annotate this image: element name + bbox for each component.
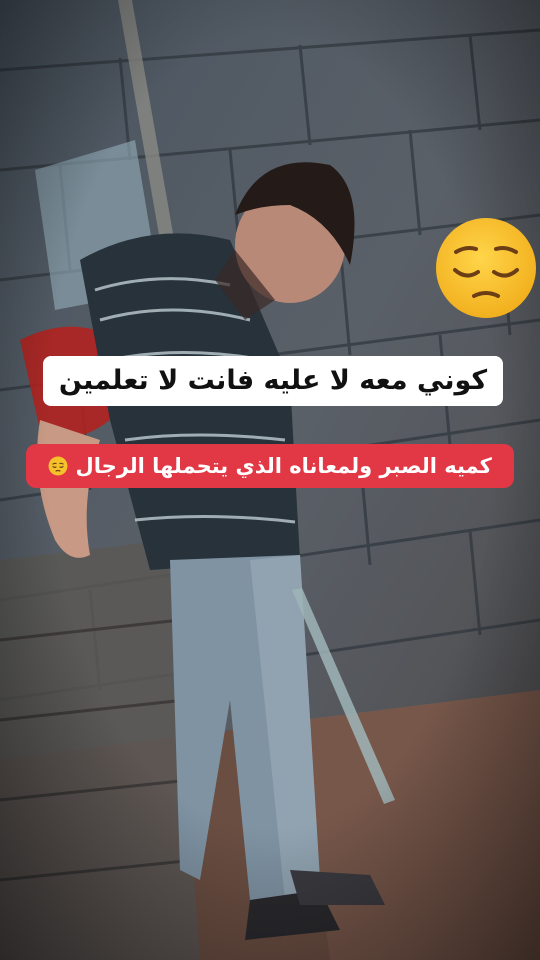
caption-line-2-text: كميه الصبر ولمعاناه الذي يتحملها الرجال <box>75 454 492 478</box>
caption-line-2: كميه الصبر ولمعاناه الذي يتحملها الرجال <box>26 444 514 488</box>
caption-line-1-text: كوني معه لا عليه فانت لا تعلمين <box>58 365 488 396</box>
caption-line-1: كوني معه لا عليه فانت لا تعلمين <box>43 356 503 406</box>
pensive-face-icon <box>436 218 536 318</box>
pensive-face-icon <box>48 456 68 476</box>
